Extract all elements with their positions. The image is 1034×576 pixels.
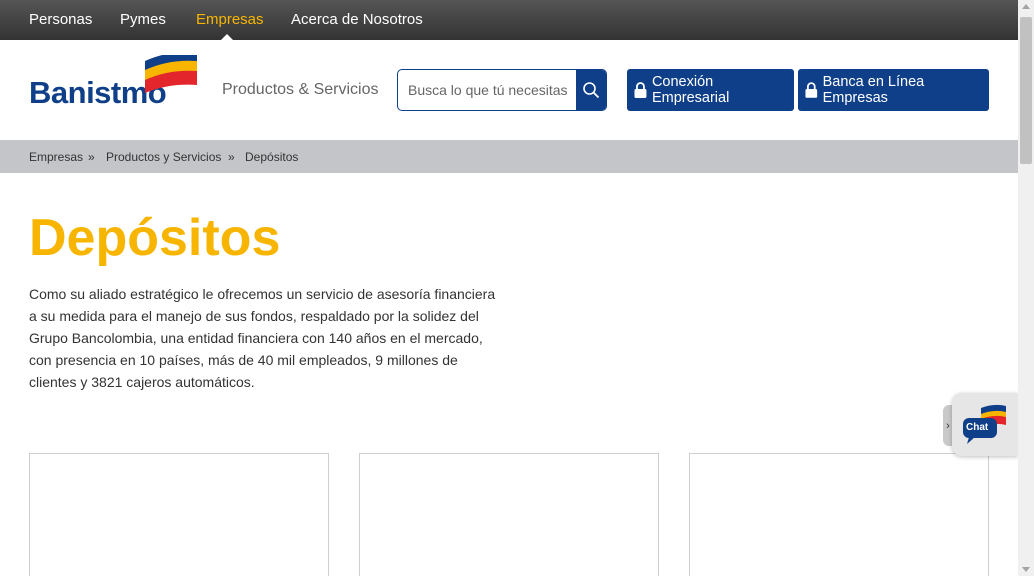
search-box: [397, 69, 607, 111]
banca-en-linea-button[interactable]: Banca en Línea Empresas: [798, 69, 989, 111]
scroll-down-arrow-icon[interactable]: [1022, 567, 1030, 572]
page-title: Depósitos: [29, 209, 281, 267]
breadcrumb-item-productos[interactable]: Productos y Servicios: [106, 150, 221, 164]
nav-item-acerca[interactable]: Acerca de Nosotros: [291, 11, 423, 28]
intro-paragraph: Como su aliado estratégico le ofrecemos …: [29, 286, 496, 390]
search-input[interactable]: [398, 70, 578, 110]
conexion-empresarial-label: Conexión Empresarial: [651, 74, 730, 106]
site-header: Banistmo Productos & Servicios Conexión …: [0, 40, 1018, 140]
top-nav-bar: Personas Pymes Empresas Acerca de Nosotr…: [0, 0, 1018, 40]
search-button[interactable]: [576, 70, 606, 110]
banistmo-flag-logo-icon: [145, 55, 197, 93]
scrollbar-thumb[interactable]: [1020, 17, 1032, 164]
breadcrumb-separator: »: [228, 150, 235, 164]
scroll-up-arrow-icon[interactable]: [1022, 4, 1030, 9]
page-scrollbar[interactable]: [1018, 0, 1034, 576]
chat-label: Chat: [966, 422, 989, 433]
product-card[interactable]: [689, 453, 989, 576]
product-card[interactable]: [359, 453, 659, 576]
product-card[interactable]: [29, 453, 329, 576]
chat-widget-button[interactable]: Chat: [952, 393, 1018, 456]
lock-icon: [805, 82, 818, 98]
breadcrumb-separator: »: [88, 150, 95, 164]
breadcrumb-item-depositos: Depósitos: [245, 150, 299, 164]
breadcrumb: Empresas » Productos y Servicios » Depós…: [0, 140, 1018, 173]
nav-item-empresas[interactable]: Empresas: [196, 11, 264, 28]
breadcrumb-item-empresas[interactable]: Empresas: [29, 150, 83, 164]
lock-icon: [634, 82, 647, 98]
nav-item-pymes[interactable]: Pymes: [120, 11, 166, 28]
conexion-empresarial-button[interactable]: Conexión Empresarial: [627, 69, 794, 111]
banca-en-linea-label: Banca en Línea Empresas: [822, 74, 925, 106]
nav-item-personas[interactable]: Personas: [29, 11, 92, 28]
products-services-link[interactable]: Productos & Servicios: [222, 81, 379, 99]
search-icon: [583, 82, 600, 99]
banistmo-logo[interactable]: Banistmo: [29, 55, 201, 110]
